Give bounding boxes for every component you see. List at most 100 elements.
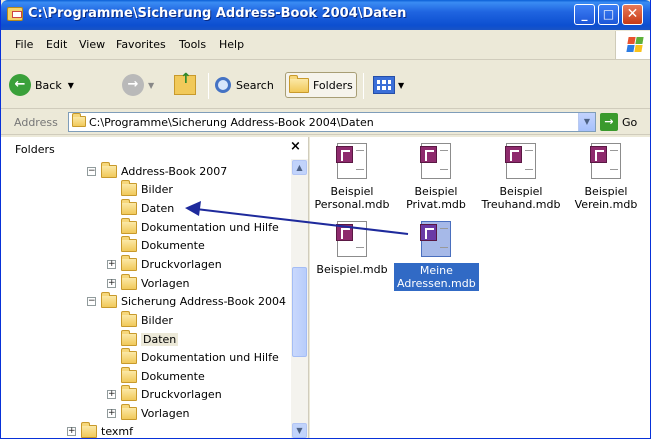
folder-icon bbox=[121, 217, 137, 234]
menu-file[interactable]: File bbox=[15, 38, 33, 51]
title-bar[interactable]: C:\Programme\Sicherung Address-Book 2004… bbox=[1, 0, 650, 30]
expand-icon[interactable]: + bbox=[67, 426, 76, 436]
scroll-thumb[interactable] bbox=[292, 267, 307, 357]
tree-item[interactable]: Dokumente bbox=[121, 366, 205, 385]
tree-item[interactable]: + Druckvorlagen bbox=[107, 254, 222, 273]
tree-item-label: Daten bbox=[141, 332, 179, 346]
file-label: Beispiel Treuhand.mdb bbox=[481, 185, 561, 211]
tree-item[interactable]: Bilder bbox=[121, 310, 173, 329]
file-item[interactable]: Beispiel Privat.mdb bbox=[394, 143, 478, 211]
file-item[interactable]: Beispiel Treuhand.mdb bbox=[479, 143, 563, 211]
folders-icon bbox=[289, 74, 309, 93]
tree-item-label: Druckvorlagen bbox=[141, 387, 222, 401]
maximize-button[interactable]: □ bbox=[598, 4, 619, 25]
scroll-down-icon[interactable]: ▼ bbox=[292, 423, 307, 438]
folder-tree: − Address-Book 2007 Bilder Daten Dokumen… bbox=[1, 159, 291, 438]
file-list: Beispiel Personal.mdb Beispiel Privat.mdb … bbox=[310, 137, 650, 438]
access-database-icon bbox=[336, 143, 367, 179]
close-button[interactable]: ✕ bbox=[622, 4, 643, 25]
expand-icon[interactable]: + bbox=[107, 389, 116, 399]
scroll-up-icon[interactable]: ▲ bbox=[292, 160, 307, 175]
folder-icon bbox=[72, 113, 86, 127]
file-label: Meine Adressen.mdb bbox=[394, 263, 479, 291]
collapse-icon[interactable]: − bbox=[87, 166, 96, 176]
tree-item[interactable]: Dokumentation und Hilfe bbox=[121, 217, 279, 236]
tree-item[interactable]: + Vorlagen bbox=[107, 403, 190, 422]
windows-logo-icon bbox=[615, 31, 650, 59]
tree-item[interactable]: + texmf bbox=[67, 421, 133, 438]
menu-tools[interactable]: Tools bbox=[179, 38, 206, 51]
menu-bar: File Edit View Favorites Tools Help bbox=[1, 30, 650, 60]
tree-item[interactable]: + Druckvorlagen bbox=[107, 384, 222, 403]
tree-item[interactable]: Bilder bbox=[121, 179, 173, 198]
expand-icon[interactable]: + bbox=[107, 259, 116, 269]
folders-header: Folders × bbox=[1, 137, 309, 159]
folder-icon bbox=[81, 421, 97, 438]
folders-button[interactable]: Folders bbox=[285, 72, 357, 98]
back-label: Back bbox=[35, 78, 62, 92]
tree-item-label: Dokumentation und Hilfe bbox=[141, 350, 279, 364]
search-button[interactable]: Search bbox=[215, 72, 274, 98]
access-database-icon bbox=[590, 143, 621, 179]
tree-item[interactable]: + Vorlagen bbox=[107, 273, 189, 292]
address-dropdown-button[interactable]: ▼ bbox=[578, 113, 595, 131]
back-button[interactable]: ← Back ▼ bbox=[9, 72, 74, 98]
folders-pane-title: Folders bbox=[15, 143, 55, 156]
folder-icon bbox=[121, 366, 137, 383]
file-item[interactable]: Beispiel.mdb bbox=[310, 221, 394, 276]
back-arrow-icon: ← bbox=[9, 74, 31, 96]
tree-item[interactable]: Dokumentation und Hilfe bbox=[121, 347, 279, 366]
open-folder-icon bbox=[121, 329, 137, 346]
forward-button[interactable]: → ▼ bbox=[122, 72, 154, 98]
file-label: Beispiel Verein.mdb bbox=[574, 185, 638, 211]
file-item-selected[interactable]: Meine Adressen.mdb bbox=[394, 221, 479, 291]
views-icon bbox=[373, 76, 395, 94]
folder-icon bbox=[7, 7, 23, 21]
folder-icon bbox=[121, 310, 137, 327]
file-item[interactable]: Beispiel Verein.mdb bbox=[564, 143, 648, 211]
up-folder-icon: ↑ bbox=[174, 71, 196, 95]
address-value: C:\Programme\Sicherung Address-Book 2004… bbox=[89, 116, 374, 129]
tree-item-label: Vorlagen bbox=[141, 406, 190, 420]
folder-icon bbox=[121, 384, 137, 401]
tree-item-label: Bilder bbox=[141, 182, 173, 196]
menu-help[interactable]: Help bbox=[219, 38, 244, 51]
file-item[interactable]: Beispiel Personal.mdb bbox=[310, 143, 394, 211]
go-button[interactable]: Go bbox=[622, 116, 637, 129]
tree-item[interactable]: Dokumente bbox=[121, 235, 205, 254]
address-input[interactable]: C:\Programme\Sicherung Address-Book 2004… bbox=[68, 112, 596, 132]
tree-item-label: texmf bbox=[101, 424, 133, 438]
close-pane-icon[interactable]: × bbox=[290, 139, 301, 154]
menu-favorites[interactable]: Favorites bbox=[116, 38, 166, 51]
tree-item-selected[interactable]: Daten bbox=[121, 329, 179, 348]
file-label: Beispiel Personal.mdb bbox=[314, 185, 390, 211]
search-label: Search bbox=[236, 78, 274, 92]
explorer-window: C:\Programme\Sicherung Address-Book 2004… bbox=[0, 0, 651, 439]
minimize-button[interactable]: _ bbox=[574, 4, 595, 25]
tree-item-label: Dokumente bbox=[141, 369, 205, 383]
tree-item[interactable]: − Sicherung Address-Book 2004 bbox=[87, 291, 287, 310]
tree-item-label: Address-Book 2007 bbox=[121, 164, 228, 178]
folder-icon bbox=[121, 179, 137, 196]
window-title: C:\Programme\Sicherung Address-Book 2004… bbox=[28, 6, 407, 21]
tree-item-label: Bilder bbox=[141, 313, 173, 327]
menu-edit[interactable]: Edit bbox=[46, 38, 67, 51]
folders-scrollbar[interactable]: ▲ ▼ bbox=[291, 159, 308, 438]
tree-item[interactable]: Daten bbox=[121, 198, 174, 217]
forward-arrow-icon: → bbox=[122, 74, 144, 96]
views-button[interactable]: ▼ bbox=[373, 72, 404, 98]
access-database-icon bbox=[336, 221, 367, 257]
tree-item[interactable]: − Address-Book 2007 bbox=[87, 161, 228, 180]
chevron-down-icon: ▼ bbox=[67, 80, 74, 90]
folders-label: Folders bbox=[313, 78, 353, 92]
folders-pane: Folders × − Address-Book 2007 Bilder Dat… bbox=[1, 137, 309, 438]
expand-icon[interactable]: + bbox=[107, 408, 116, 418]
tree-item-label: Sicherung Address-Book 2004 bbox=[121, 294, 287, 308]
expand-icon[interactable]: + bbox=[107, 278, 116, 288]
up-folder-button[interactable]: ↑ bbox=[174, 71, 196, 98]
collapse-icon[interactable]: − bbox=[87, 296, 96, 306]
go-arrow-icon[interactable]: → bbox=[600, 113, 618, 131]
address-label: Address bbox=[14, 116, 58, 129]
file-label: Beispiel.mdb bbox=[316, 263, 388, 276]
menu-view[interactable]: View bbox=[79, 38, 105, 51]
